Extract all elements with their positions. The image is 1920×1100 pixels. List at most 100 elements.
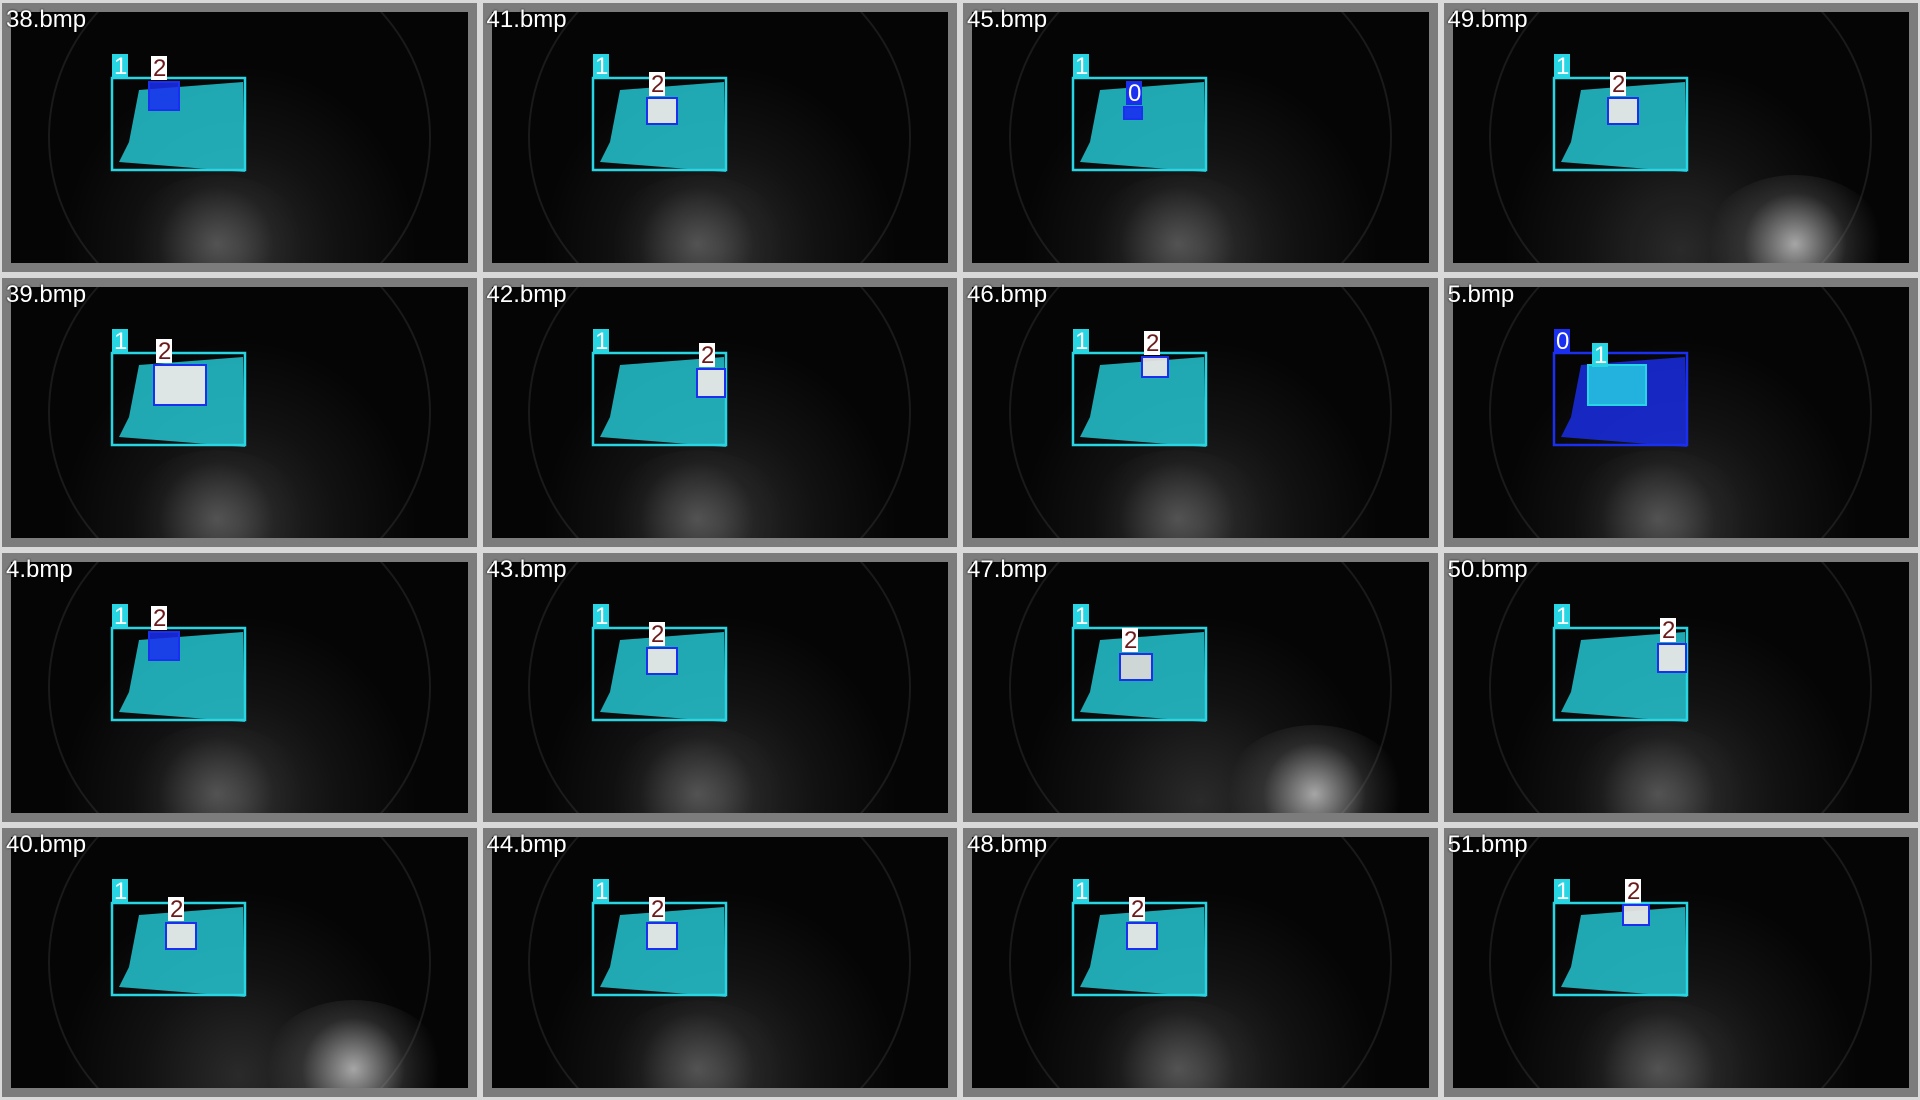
class-label-text: 1 — [114, 603, 127, 630]
class-label-2: 2 — [151, 605, 167, 632]
object-segmentation-mask[interactable] — [1123, 106, 1143, 120]
detection-results-grid: 38.bmp 1 2 41.bmp 1 2 45.bmp 1 0 49.bmp 1 2 39.bmp 1 2… — [2, 3, 1918, 1097]
object-segmentation-mask[interactable] — [645, 647, 678, 675]
detection-overlay: 12 — [591, 53, 727, 172]
filename-label: 51.bmp — [1447, 831, 1528, 858]
class-label-1: 1 — [592, 603, 609, 630]
class-label-2: 2 — [168, 896, 184, 923]
class-label-2: 2 — [151, 55, 167, 82]
detection-overlay: 12 — [110, 603, 247, 722]
object-segmentation-mask[interactable] — [148, 81, 180, 111]
filename-label: 44.bmp — [486, 831, 567, 858]
filename-label: 39.bmp — [6, 281, 87, 308]
detection-overlay: 12 — [1071, 603, 1208, 722]
class-label-text: 1 — [595, 53, 608, 80]
class-label-1: 1 — [1553, 53, 1570, 80]
class-label-text: 1 — [1556, 53, 1569, 80]
result-tile[interactable]: 41.bmp 1 2 — [482, 3, 957, 272]
result-tile[interactable]: 44.bmp 1 2 — [482, 828, 957, 1097]
class-label-text: 2 — [651, 896, 664, 923]
object-segmentation-mask[interactable] — [1141, 356, 1169, 378]
class-label-2: 2 — [1122, 627, 1138, 654]
class-label-2: 2 — [1609, 71, 1626, 98]
class-label-1: 1 — [1591, 342, 1608, 369]
detection-overlay: 12 — [1552, 878, 1688, 997]
result-tile[interactable]: 49.bmp 1 2 — [1443, 3, 1918, 272]
class-label-text: 1 — [114, 328, 127, 355]
class-label-2: 2 — [648, 896, 665, 923]
class-label-text: 2 — [701, 342, 714, 369]
detection-overlay: 10 — [1071, 53, 1208, 172]
result-tile[interactable]: 4.bmp 1 2 — [2, 553, 477, 822]
class-label-1: 1 — [1073, 328, 1089, 355]
class-label-text: 0 — [1128, 80, 1141, 107]
class-label-text: 2 — [651, 71, 664, 98]
object-segmentation-mask[interactable] — [1586, 364, 1647, 406]
object-segmentation-mask[interactable] — [645, 922, 678, 950]
result-tile[interactable]: 47.bmp 1 2 — [963, 553, 1438, 822]
object-segmentation-mask[interactable] — [645, 97, 678, 125]
filename-label: 38.bmp — [6, 6, 87, 33]
detection-overlay: 12 — [1552, 603, 1688, 722]
class-label-text: 1 — [1075, 53, 1088, 80]
result-tile[interactable]: 40.bmp 1 2 — [2, 828, 477, 1097]
filename-label: 50.bmp — [1447, 556, 1528, 583]
class-label-text: 2 — [1131, 896, 1144, 923]
class-label-text: 1 — [1075, 603, 1088, 630]
result-tile[interactable]: 48.bmp 1 2 — [963, 828, 1438, 1097]
class-label-text: 2 — [1662, 617, 1675, 644]
class-label-1: 1 — [592, 328, 609, 355]
class-label-2: 2 — [1659, 617, 1676, 644]
class-label-text: 1 — [1556, 603, 1569, 630]
detection-overlay: 01 — [1552, 328, 1688, 447]
object-segmentation-mask[interactable] — [1606, 97, 1639, 125]
class-label-text: 2 — [158, 338, 171, 365]
object-segmentation-mask[interactable] — [165, 922, 197, 950]
class-label-1: 1 — [112, 603, 128, 630]
filename-label: 47.bmp — [967, 556, 1048, 583]
object-segmentation-mask[interactable] — [1119, 653, 1153, 681]
object-segmentation-mask[interactable] — [1656, 643, 1687, 673]
class-label-1: 1 — [1553, 878, 1570, 905]
result-tile[interactable]: 50.bmp 1 2 — [1443, 553, 1918, 822]
class-label-text: 0 — [1556, 328, 1569, 355]
class-label-text: 2 — [1146, 330, 1159, 357]
result-tile[interactable]: 45.bmp 1 0 — [963, 3, 1438, 272]
detection-overlay: 12 — [591, 328, 727, 447]
filename-label: 4.bmp — [6, 556, 73, 583]
object-segmentation-mask[interactable] — [148, 631, 180, 661]
result-tile[interactable]: 5.bmp 0 1 — [1443, 278, 1918, 547]
result-tile[interactable]: 46.bmp 1 2 — [963, 278, 1438, 547]
class-label-text: 1 — [1594, 342, 1607, 369]
class-label-1: 1 — [112, 328, 128, 355]
detection-overlay: 12 — [591, 878, 727, 997]
result-tile[interactable]: 38.bmp 1 2 — [2, 3, 477, 272]
object-segmentation-mask[interactable] — [695, 368, 726, 398]
filename-label: 42.bmp — [486, 281, 567, 308]
class-label-1: 1 — [112, 878, 128, 905]
filename-label: 46.bmp — [967, 281, 1048, 308]
class-label-text: 1 — [595, 603, 608, 630]
class-label-2: 2 — [1624, 878, 1641, 905]
result-tile[interactable]: 39.bmp 1 2 — [2, 278, 477, 547]
object-segmentation-mask[interactable] — [153, 364, 207, 406]
detection-overlay: 12 — [1552, 53, 1688, 172]
object-segmentation-mask[interactable] — [1126, 922, 1158, 950]
result-tile[interactable]: 42.bmp 1 2 — [482, 278, 957, 547]
filename-label: 41.bmp — [486, 6, 567, 33]
class-label-text: 1 — [1075, 878, 1088, 905]
class-label-text: 2 — [1612, 71, 1625, 98]
class-label-1: 1 — [1553, 603, 1570, 630]
class-label-2: 2 — [698, 342, 715, 369]
result-tile[interactable]: 51.bmp 1 2 — [1443, 828, 1918, 1097]
object-segmentation-mask[interactable] — [1621, 904, 1650, 926]
class-label-1: 1 — [1073, 53, 1089, 80]
class-label-2: 2 — [1129, 896, 1145, 923]
result-tile[interactable]: 43.bmp 1 2 — [482, 553, 957, 822]
class-label-text: 1 — [114, 878, 127, 905]
detection-overlay: 12 — [1071, 878, 1208, 997]
class-label-2: 2 — [648, 71, 665, 98]
class-label-0: 0 — [1126, 80, 1142, 107]
class-label-text: 2 — [651, 621, 664, 648]
board-segmentation-mask — [1080, 82, 1206, 172]
